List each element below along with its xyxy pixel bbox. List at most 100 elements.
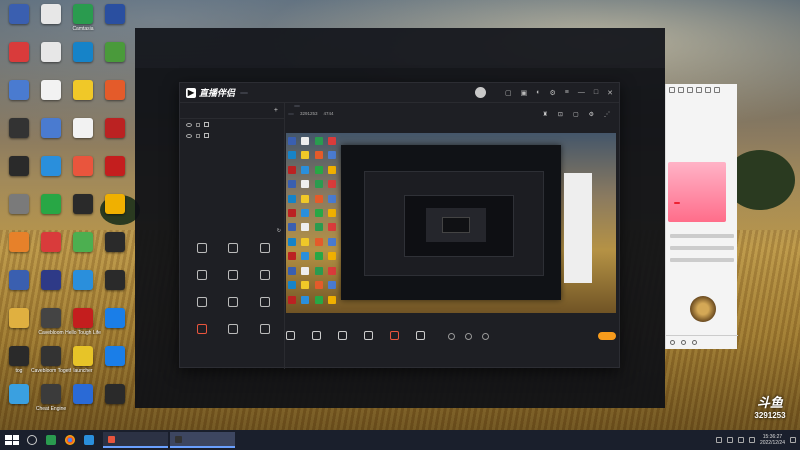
source-row[interactable]	[180, 130, 284, 141]
desktop-icon[interactable]	[34, 194, 68, 230]
desktop-icon[interactable]	[66, 384, 100, 420]
network-icon[interactable]	[737, 437, 744, 443]
bottom-tool[interactable]	[364, 330, 373, 342]
more-icon[interactable]	[692, 340, 697, 345]
tool-item[interactable]	[249, 243, 281, 256]
bottom-tool[interactable]	[338, 330, 347, 342]
desktop-icon[interactable]	[2, 232, 36, 268]
app-icon[interactable]	[84, 435, 94, 445]
edit-button[interactable]	[294, 105, 300, 107]
lock-icon[interactable]	[196, 133, 200, 138]
lock-icon[interactable]: ⊡	[558, 111, 563, 118]
desktop-icon[interactable]	[98, 346, 132, 382]
desktop-icon[interactable]	[66, 194, 100, 230]
desktop-icon[interactable]	[34, 4, 68, 40]
search-icon[interactable]	[27, 435, 37, 445]
taskbar-task[interactable]	[170, 432, 235, 448]
tool-item[interactable]	[218, 270, 250, 283]
tool-item[interactable]	[218, 324, 250, 337]
bottom-tool[interactable]	[312, 330, 321, 342]
chrome-icon[interactable]	[65, 435, 75, 445]
streaming-app-window[interactable]: ▶ 直播伴侣 ▢ ▣ ◐ ⚙ ≡ — □ ✕ + ↻ 3291253 4744 …	[179, 82, 620, 369]
desktop-icon[interactable]: Cavebloom Together	[31, 346, 71, 382]
desktop-icon[interactable]	[66, 232, 100, 268]
chat-tool-icon[interactable]	[705, 87, 711, 93]
desktop-icon[interactable]: Cheat Engine	[34, 384, 68, 420]
settings-icon[interactable]: ⚙	[550, 89, 556, 97]
message-icon[interactable]: ▢	[505, 89, 512, 97]
chat-tool-icon[interactable]	[696, 87, 702, 93]
menu-icon[interactable]: ≡	[565, 89, 569, 96]
desktop-icon[interactable]	[2, 118, 36, 154]
chat-panel[interactable]	[665, 84, 738, 349]
desktop-icon[interactable]	[66, 156, 100, 192]
tool-item[interactable]	[249, 324, 281, 337]
desktop-icon[interactable]	[98, 42, 132, 78]
desktop-icon[interactable]	[2, 4, 36, 40]
lock-icon[interactable]	[196, 122, 200, 127]
maximize-icon[interactable]: □	[594, 89, 598, 96]
desktop-icon[interactable]	[98, 270, 132, 306]
notification-icon[interactable]	[790, 437, 796, 443]
category-pill[interactable]	[288, 112, 294, 115]
tray-icon[interactable]	[715, 437, 722, 443]
emoji-icon[interactable]	[670, 340, 675, 345]
bottom-tool[interactable]	[416, 330, 425, 342]
chat-tool-icon[interactable]	[678, 87, 684, 93]
box-icon[interactable]: ▢	[573, 111, 579, 118]
gift-icon[interactable]	[681, 340, 686, 345]
desktop-icon[interactable]	[98, 118, 132, 154]
desktop-icon[interactable]	[2, 270, 36, 306]
user-avatar[interactable]	[475, 87, 487, 98]
desktop-icon[interactable]	[34, 232, 68, 268]
desktop-icon[interactable]	[66, 80, 100, 116]
app-titlebar[interactable]: ▶ 直播伴侣 ▢ ▣ ◐ ⚙ ≡ — □ ✕	[180, 83, 619, 103]
desktop-icon[interactable]	[98, 232, 132, 268]
desktop-icon[interactable]	[34, 80, 68, 116]
desktop-icon[interactable]: Hello Tough Life	[65, 308, 101, 344]
tray-icon[interactable]	[726, 437, 733, 443]
record-icon[interactable]	[448, 332, 455, 340]
tool-item[interactable]	[249, 270, 281, 283]
gear-icon[interactable]: ⚙	[589, 111, 594, 118]
source-row[interactable]	[180, 119, 284, 130]
chat-tool-icon[interactable]	[714, 87, 720, 93]
tool-item[interactable]	[186, 324, 218, 337]
taskbar-task[interactable]	[103, 432, 168, 448]
desktop-icon[interactable]	[66, 270, 100, 306]
stream-preview[interactable]	[286, 133, 616, 313]
tool-item[interactable]	[249, 297, 281, 310]
version-badge[interactable]	[240, 91, 249, 94]
tool-item[interactable]	[218, 243, 250, 256]
volume-icon[interactable]	[748, 437, 755, 443]
skin-icon[interactable]: ◐	[536, 89, 540, 96]
desktop-icon[interactable]: Camtasia	[66, 4, 100, 40]
desktop-icon[interactable]	[2, 308, 36, 344]
desktop-icon[interactable]	[2, 384, 36, 420]
desktop-icon[interactable]	[34, 42, 68, 78]
bottom-tool[interactable]	[390, 330, 399, 342]
performance-icon[interactable]	[465, 332, 472, 340]
notification-icon[interactable]: ♜	[543, 111, 548, 118]
desktop-icon[interactable]	[98, 4, 132, 40]
browser-icon[interactable]	[46, 435, 56, 445]
desktop-icon[interactable]	[2, 42, 36, 78]
desktop-icon[interactable]	[34, 270, 68, 306]
desktop-icon[interactable]	[66, 42, 100, 78]
tool-item[interactable]	[218, 297, 250, 310]
start-button[interactable]	[5, 435, 19, 445]
tool-item[interactable]	[186, 297, 218, 310]
desktop-icon[interactable]	[2, 156, 36, 192]
minimize-icon[interactable]: —	[578, 89, 585, 96]
desktop-icon[interactable]	[98, 194, 132, 230]
desktop-icon[interactable]	[98, 156, 132, 192]
add-scene-icon[interactable]: +	[274, 107, 278, 114]
desktop-icon[interactable]	[34, 118, 68, 154]
desktop-icon[interactable]	[98, 308, 132, 344]
start-live-button[interactable]	[598, 332, 616, 340]
visibility-eye-icon[interactable]	[186, 122, 192, 127]
promo-banner[interactable]	[668, 162, 726, 222]
desktop-icon[interactable]	[98, 80, 132, 116]
clock[interactable]: 15:36:27 2022/12/24	[760, 434, 785, 446]
refresh-icon[interactable]: ↻	[277, 228, 281, 234]
